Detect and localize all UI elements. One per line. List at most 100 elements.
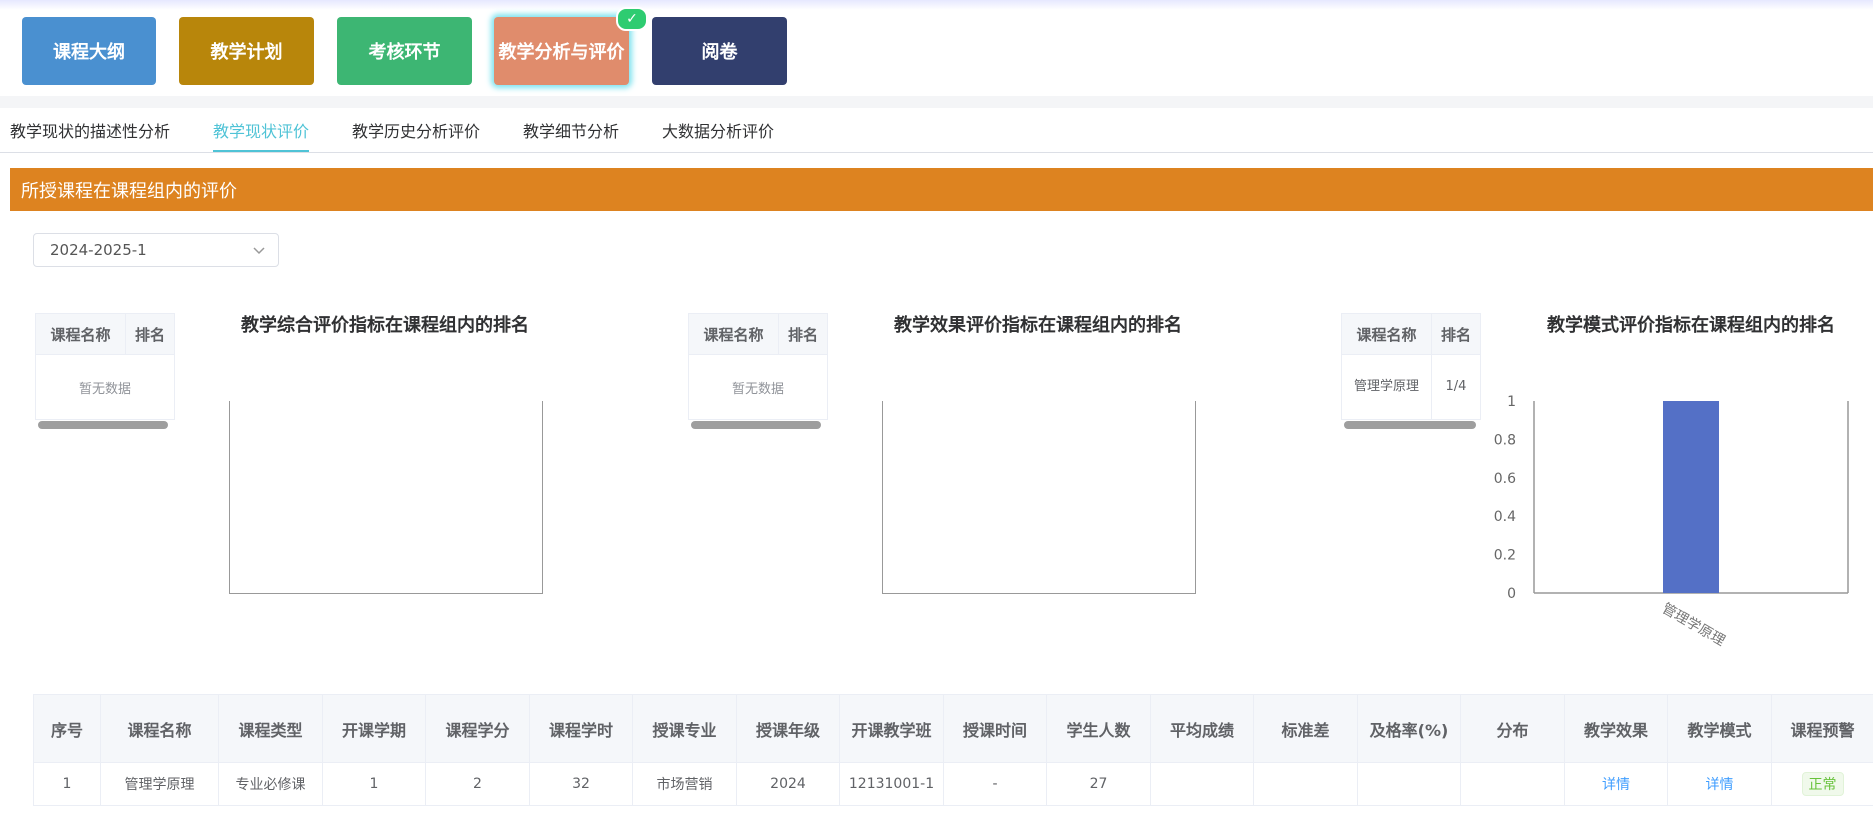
cell-text: - — [992, 776, 998, 792]
table-cell — [1150, 762, 1254, 806]
table-cell: 1 — [322, 762, 426, 806]
table-cell — [1460, 762, 1565, 806]
col-distribution: 分布 — [1460, 694, 1565, 763]
table-cell: 专业必修课 — [218, 762, 323, 806]
empty-text: 暂无数据 — [78, 381, 131, 397]
horizontal-scrollbar[interactable] — [691, 421, 821, 429]
cell-text: 专业必修课 — [235, 777, 306, 793]
table-cell: 市场营销 — [632, 762, 737, 806]
col-course-name: 课程名称 — [100, 694, 219, 763]
rank-table-mode: 课程名称 排名 管理学原理 1/4 — [1341, 313, 1481, 429]
table-cell — [1357, 762, 1461, 806]
y-tick-label: 0.8 — [1494, 432, 1516, 448]
col-teaching-effect: 教学效果 — [1564, 694, 1668, 763]
chart-mode: 0 0.2 0.4 0.6 0.8 1 管理学原理 — [1494, 394, 1849, 649]
table-cell: - — [943, 762, 1047, 806]
col-index: 序号 — [33, 694, 101, 763]
col-course-name: 课程名称 — [689, 314, 779, 354]
table-cell: 管理学原理 — [100, 762, 219, 806]
table-cell: 正常 — [1771, 762, 1873, 806]
term-select[interactable]: 2024-2025-1 — [33, 233, 279, 267]
tab-detail-analysis[interactable]: 教学细节分析 — [523, 118, 619, 150]
rank-table-effect: 课程名称 排名 暂无数据 — [688, 313, 828, 429]
bar — [1663, 401, 1719, 593]
table-cell: 1 — [33, 762, 101, 806]
course-table: 序号 课程名称 课程类型 开课学期 课程学分 课程学时 授课专业 授课年级 开课教学班 授课时间学… — [33, 694, 1873, 806]
module-button-assessment[interactable]: 考核环节 — [337, 17, 472, 85]
sub-tabs: 教学现状的描述性分析 教学现状评价 教学历史分析评价 教学细节分析 大数据分析评… — [0, 108, 1873, 153]
chart-effect — [882, 401, 1196, 594]
table-header-row: 序号 课程名称 课程类型 开课学期 课程学分 课程学时 授课专业 授课年级 开课教学班 授课时间学… — [33, 694, 1873, 763]
rank-course-cell: 管理学原理 — [1342, 355, 1432, 419]
tab-current-evaluation[interactable]: 教学现状评价 — [213, 118, 310, 152]
module-button-teaching-analysis[interactable]: 教学分析与评价 — [494, 17, 629, 85]
col-time: 授课时间 — [943, 694, 1047, 763]
col-warning: 课程预警 — [1771, 694, 1873, 763]
teaching-effect-details-link[interactable]: 详情 — [1602, 777, 1630, 793]
active-check-icon: ✓ — [616, 7, 648, 31]
y-tick-label: 0.4 — [1494, 509, 1516, 525]
table-cell: 27 — [1046, 762, 1151, 806]
chevron-down-icon — [253, 247, 265, 255]
cell-text: 1 — [62, 776, 72, 792]
chart-title-effect: 教学效果评价指标在课程组内的排名 — [894, 315, 1182, 336]
col-major: 授课专业 — [632, 694, 737, 763]
col-avg-score: 平均成绩 — [1150, 694, 1254, 763]
col-grade: 授课年级 — [736, 694, 840, 763]
term-select-value: 2024-2025-1 — [50, 241, 147, 259]
empty-text: 暂无数据 — [731, 381, 784, 397]
cell-text: 2024 — [770, 776, 806, 792]
chart-title-mode: 教学模式评价指标在课程组内的排名 — [1547, 315, 1835, 336]
col-students: 学生人数 — [1046, 694, 1151, 763]
chart-comprehensive — [229, 401, 543, 594]
cell-text: 2 — [473, 776, 482, 792]
rank-table-comprehensive: 课程名称 排名 暂无数据 — [35, 313, 175, 429]
warning-status-badge: 正常 — [1801, 772, 1844, 796]
col-credit: 课程学分 — [425, 694, 530, 763]
cell-text: 1 — [369, 776, 379, 792]
col-rank: 排名 — [1440, 325, 1471, 344]
tab-descriptive-analysis[interactable]: 教学现状的描述性分析 — [10, 118, 170, 150]
table-cell: 详情 — [1564, 762, 1668, 806]
col-class: 开课教学班 — [839, 694, 944, 763]
module-button-syllabus[interactable]: 课程大纲 — [22, 17, 156, 85]
table-cell — [1253, 762, 1358, 806]
col-hours: 课程学时 — [529, 694, 633, 763]
col-term: 开课学期 — [322, 694, 426, 763]
table-row: 管理学原理 1/4 — [1342, 355, 1480, 419]
y-tick-label: 1 — [1507, 394, 1516, 410]
table-body: 1 管理学原理 专业必修课 1 2 32 市场营销 2024 12131001-1 - 27 详情 详情… — [33, 762, 1873, 806]
top-bar-divider — [0, 96, 1873, 108]
cell-text: 27 — [1089, 776, 1108, 792]
y-tick-label: 0.6 — [1494, 471, 1516, 487]
table-cell: 2024 — [736, 762, 840, 806]
horizontal-scrollbar[interactable] — [1344, 421, 1476, 429]
cell-text: 市场营销 — [656, 777, 713, 793]
teaching-mode-details-link[interactable]: 详情 — [1706, 777, 1734, 793]
table-cell: 2 — [425, 762, 530, 806]
cell-text: 管理学原理 — [124, 777, 195, 793]
col-std-dev: 标准差 — [1253, 694, 1358, 763]
chart-title-comprehensive: 教学综合评价指标在课程组内的排名 — [241, 315, 529, 336]
module-button-grading[interactable]: 阅卷 — [652, 17, 787, 85]
col-course-type: 课程类型 — [218, 694, 323, 763]
cell-text: 32 — [572, 776, 590, 792]
module-button-teaching-plan[interactable]: 教学计划 — [179, 17, 314, 85]
rank-value-cell: 1/4 — [1445, 379, 1467, 394]
table-row: 1 管理学原理 专业必修课 1 2 32 市场营销 2024 12131001-1 - 27 详情 详情… — [33, 762, 1873, 806]
col-course-name: 课程名称 — [1342, 314, 1432, 354]
tab-history-evaluation[interactable]: 教学历史分析评价 — [352, 118, 480, 150]
col-rank: 排名 — [787, 325, 818, 344]
section-title: 所授课程在课程组内的评价 — [21, 180, 237, 202]
tab-big-data-evaluation[interactable]: 大数据分析评价 — [662, 118, 774, 150]
col-teaching-mode: 教学模式 — [1667, 694, 1772, 763]
horizontal-scrollbar[interactable] — [38, 421, 168, 429]
y-tick-label: 0 — [1507, 586, 1516, 602]
cell-text: 12131001-1 — [848, 776, 935, 792]
table-cell: 12131001-1 — [839, 762, 944, 806]
col-pass-rate: 及格率(%) — [1357, 694, 1461, 763]
y-tick-label: 0.2 — [1494, 548, 1516, 564]
col-rank: 排名 — [134, 325, 165, 344]
table-cell: 详情 — [1667, 762, 1772, 806]
section-header: 所授课程在课程组内的评价 — [10, 168, 1873, 211]
